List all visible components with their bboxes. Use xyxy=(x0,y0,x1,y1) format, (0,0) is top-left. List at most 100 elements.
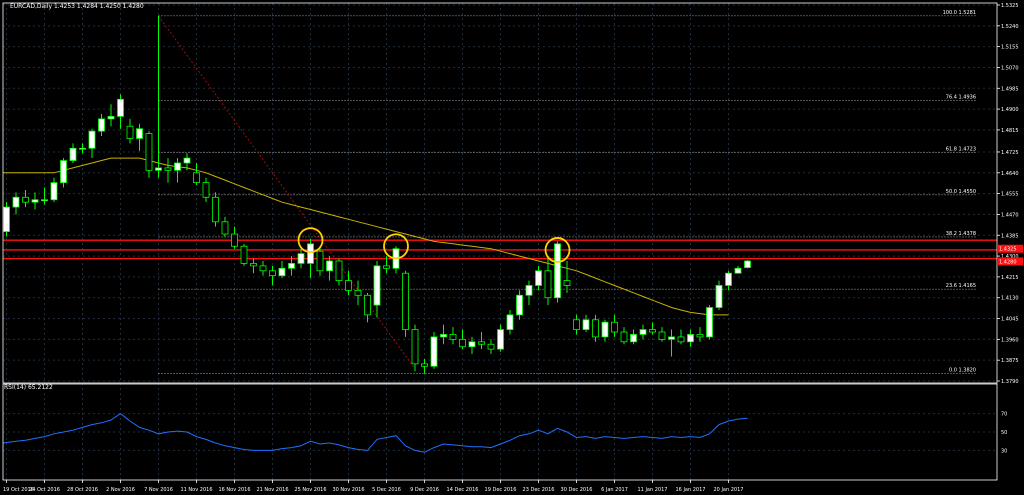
candle-bull xyxy=(88,130,96,149)
time-tick-label: 16 Jan 2017 xyxy=(676,487,706,493)
fib-level-label: 23.6 1.4165 xyxy=(946,283,976,289)
price-tick-label: 1.4470 xyxy=(1001,212,1019,218)
candle-bull xyxy=(69,147,77,161)
candle-bull xyxy=(98,118,105,132)
candle-bull xyxy=(554,243,561,299)
time-tick-label: 5 Dec 2016 xyxy=(372,487,401,493)
time-tick-label: 7 Nov 2016 xyxy=(144,487,173,493)
candle-bear xyxy=(592,319,599,338)
candle-bull xyxy=(117,98,124,117)
candle-bear xyxy=(22,196,29,203)
time-tick-label: 23 Dec 2016 xyxy=(523,487,555,493)
candle-bear xyxy=(269,270,276,277)
price-tick-label: 1.4725 xyxy=(1001,150,1019,156)
fib-level-label: 38.2 1.4378 xyxy=(946,231,976,237)
fib-level-label: 76.4 1.4936 xyxy=(946,94,976,100)
candle-bear xyxy=(250,263,257,267)
candle-bull xyxy=(288,263,295,269)
candle-bull xyxy=(744,260,751,268)
price-tick-label: 1.4385 xyxy=(1001,233,1019,239)
candle-bull xyxy=(706,307,713,338)
candle-bear xyxy=(126,125,134,139)
candle-bull xyxy=(725,272,732,286)
candle-bull xyxy=(440,334,447,338)
time-tick-label: 21 Nov 2016 xyxy=(256,487,288,493)
candle-bull xyxy=(715,285,723,308)
price-tick-label: 1.4985 xyxy=(1001,86,1019,92)
candle-bull xyxy=(278,267,286,277)
candle-bear xyxy=(649,329,656,333)
trading-chart: 100.0 1.5281 76.4 1.4936 61.8 1.4723 50.0 1… xyxy=(0,0,1024,495)
candle-bull xyxy=(79,147,86,150)
price-tick-label: 1.4640 xyxy=(1001,171,1019,177)
candle-bear xyxy=(563,280,571,286)
candle-bull xyxy=(50,182,58,201)
candle-bull xyxy=(3,206,10,232)
candle-bull xyxy=(373,265,381,306)
price-tag-label: 1.4325 xyxy=(999,247,1017,253)
price-tick-label: 1.5325 xyxy=(1001,3,1019,9)
candle-bull xyxy=(630,334,637,343)
candle-bear xyxy=(364,294,371,316)
fib-level-label: 0.0 1.3820 xyxy=(949,368,976,374)
time-tick-label: 9 Dec 2016 xyxy=(410,487,439,493)
candle-bull xyxy=(60,160,67,183)
candle-bear xyxy=(221,221,229,235)
time-tick-label: 14 Dec 2016 xyxy=(447,487,479,493)
candle-bull xyxy=(497,329,504,350)
price-tag-label: 1.4280 xyxy=(999,259,1017,265)
candle-bull xyxy=(516,294,523,316)
candle-bear xyxy=(573,319,580,330)
candle-bear xyxy=(487,343,495,350)
candle-bear xyxy=(231,233,238,247)
candle-bear xyxy=(402,272,409,330)
candle-bear xyxy=(677,336,685,343)
price-tick-label: 1.5155 xyxy=(1001,45,1019,51)
price-tick-label: 1.5070 xyxy=(1001,65,1019,71)
candle-bear xyxy=(658,331,666,340)
candle-bear xyxy=(620,331,628,343)
time-tick-label: 24 Oct 2016 xyxy=(29,487,60,493)
candle-bull xyxy=(326,260,333,272)
candle-bull xyxy=(506,314,514,330)
price-tick-label: 1.4215 xyxy=(1001,275,1019,281)
candle-bull xyxy=(582,319,590,330)
candle-bear xyxy=(202,182,210,198)
fib-level-label: 50.0 1.4550 xyxy=(946,189,976,195)
candle-bear xyxy=(478,341,485,345)
candle-bear xyxy=(335,260,343,281)
candle-bear xyxy=(383,265,390,269)
price-tick-label: 1.4900 xyxy=(1001,107,1019,113)
time-tick-label: 2 Nov 2016 xyxy=(106,487,135,493)
symbol-header: EURCAD,Daily 1.4253 1.4284 1.4250 1.4280 xyxy=(10,3,144,10)
candle-bear xyxy=(164,167,172,171)
candle-bull xyxy=(668,336,675,340)
candle-bull xyxy=(601,321,609,338)
candle-bull xyxy=(639,329,647,335)
candle-bull xyxy=(297,253,305,264)
price-tick-label: 1.4130 xyxy=(1001,296,1019,302)
price-tick-label: 1.4555 xyxy=(1001,192,1019,198)
candle-bull xyxy=(12,196,20,208)
chart-background xyxy=(0,0,1024,495)
candle-bear xyxy=(193,172,200,183)
candle-bear xyxy=(611,321,618,333)
candle-bull xyxy=(174,162,181,171)
price-tick-label: 1.4045 xyxy=(1001,317,1019,323)
time-tick-label: 30 Nov 2016 xyxy=(332,487,364,493)
candle-bear xyxy=(212,196,219,223)
candle-bull xyxy=(687,334,694,343)
fib-level-label: 100.0 1.5281 xyxy=(943,10,976,16)
price-tick-label: 1.4815 xyxy=(1001,128,1019,134)
rsi-tick-label: 70 xyxy=(1001,412,1007,418)
candle-bull xyxy=(41,199,48,202)
candle-bear xyxy=(145,133,153,171)
candle-bear xyxy=(259,265,267,272)
time-tick-label: 28 Oct 2016 xyxy=(67,487,98,493)
price-tick-label: 1.3875 xyxy=(1001,358,1019,364)
time-tick-label: 11 Jan 2017 xyxy=(638,487,668,493)
candle-bull xyxy=(183,157,191,164)
rsi-header: RSI(14) 65.2122 xyxy=(4,384,53,391)
rsi-tick-label: 30 xyxy=(1001,448,1007,454)
candle-bull xyxy=(734,267,742,274)
